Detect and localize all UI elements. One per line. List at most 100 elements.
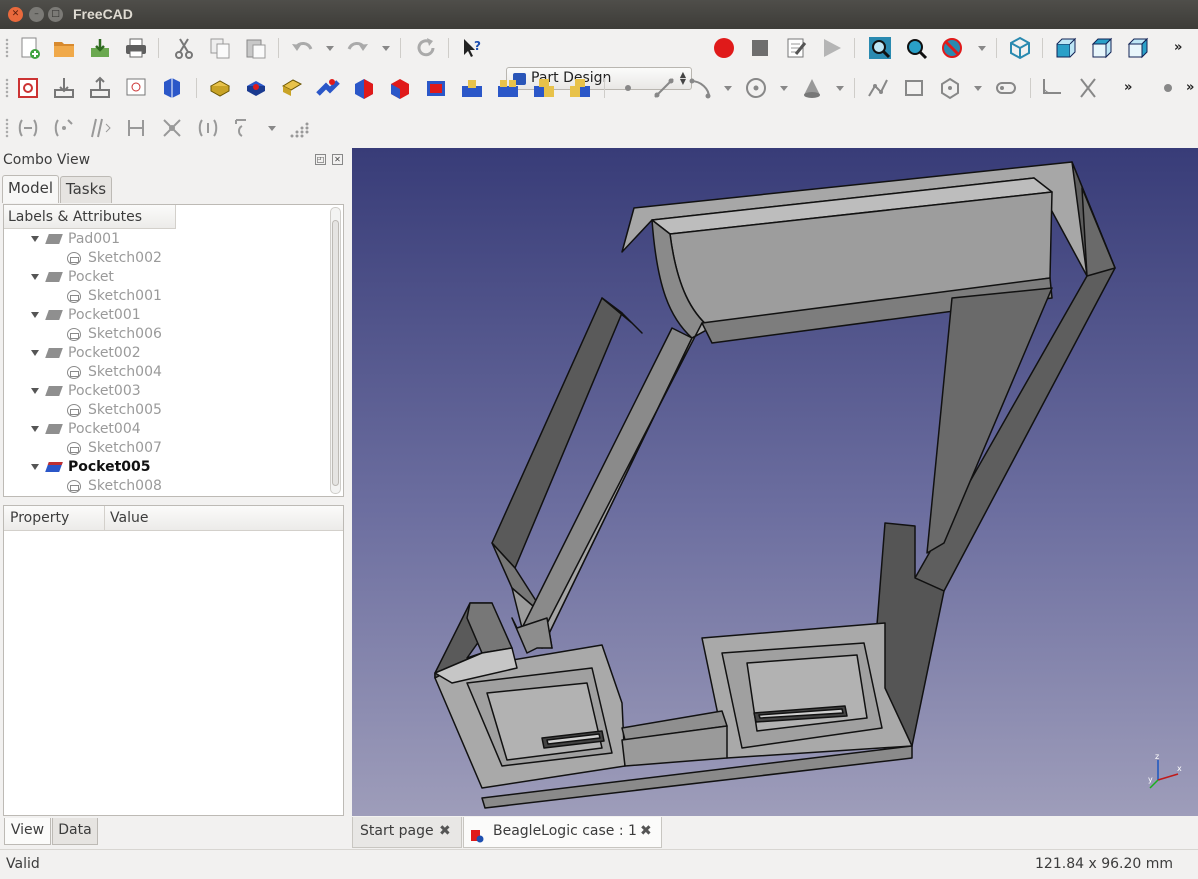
polygon-icon[interactable]	[938, 76, 962, 100]
sketch-icon	[67, 480, 81, 493]
redo-icon[interactable]	[346, 36, 370, 60]
front-view-icon[interactable]	[1054, 36, 1078, 60]
trim-icon[interactable]	[1076, 76, 1100, 100]
fit-all-icon[interactable]	[868, 36, 892, 60]
constrain-radius-dropdown-icon[interactable]	[268, 126, 276, 131]
export-icon[interactable]	[88, 76, 112, 100]
constrain-vertical-icon[interactable]	[52, 116, 76, 140]
float-panel-icon[interactable]: ◰	[315, 154, 326, 165]
model-tree[interactable]: Labels & Attributes Pad001 Sketch002 Poc…	[3, 204, 344, 497]
import-icon[interactable]	[52, 76, 76, 100]
constrain-perpendicular-icon[interactable]	[124, 116, 148, 140]
open-file-icon[interactable]	[52, 36, 76, 60]
save-icon[interactable]	[88, 36, 112, 60]
arc-icon[interactable]	[688, 76, 712, 100]
create-body-icon[interactable]	[16, 76, 40, 100]
tree-scrollbar[interactable]	[330, 207, 341, 494]
draw-style-icon[interactable]	[940, 36, 964, 60]
tree-column-header[interactable]: Labels & Attributes	[4, 205, 176, 229]
redo-dropdown-icon[interactable]	[382, 46, 390, 51]
tab-data[interactable]: Data	[52, 818, 98, 845]
cone-dropdown-icon[interactable]	[836, 86, 844, 91]
minimize-window-button[interactable]: –	[29, 7, 44, 22]
close-tab-icon[interactable]: ✖	[439, 824, 451, 838]
maximize-window-button[interactable]: □	[48, 7, 63, 22]
shape-binder-icon[interactable]	[160, 76, 184, 100]
close-window-button[interactable]: ✕	[8, 7, 23, 22]
circle-icon[interactable]	[744, 76, 768, 100]
groove-icon[interactable]	[424, 76, 448, 100]
datum-point-icon[interactable]	[616, 76, 640, 100]
constrain-radius-icon[interactable]	[232, 116, 256, 140]
pad-icon[interactable]	[208, 76, 232, 100]
toolbar2-overflow-icon[interactable]: »	[1124, 80, 1132, 95]
fillet-icon[interactable]	[1040, 76, 1064, 100]
linear-pattern-icon[interactable]	[568, 76, 592, 100]
top-view-icon[interactable]	[1090, 36, 1114, 60]
sketch-point-icon[interactable]	[1156, 76, 1180, 100]
hole-icon[interactable]	[388, 76, 412, 100]
copy-icon[interactable]	[208, 36, 232, 60]
macro-edit-icon[interactable]	[784, 36, 808, 60]
beaglelogic-case-model[interactable]	[352, 148, 1198, 816]
tab-view[interactable]: View	[4, 818, 51, 845]
polyline-icon[interactable]	[866, 76, 890, 100]
circle-dropdown-icon[interactable]	[780, 86, 788, 91]
toolbar3-overflow-icon[interactable]: »	[1186, 80, 1194, 95]
constrain-equal-icon[interactable]	[196, 116, 220, 140]
tab-beaglelogic-case[interactable]: BeagleLogic case : 1 ✖	[463, 817, 662, 848]
right-view-icon[interactable]	[1126, 36, 1150, 60]
collapse-arrow-icon[interactable]	[31, 426, 39, 432]
tree-scrollbar-thumb[interactable]	[332, 220, 339, 486]
pocket-icon[interactable]	[352, 76, 376, 100]
constrain-parallel-icon[interactable]	[88, 116, 112, 140]
close-tab-icon[interactable]: ✖	[640, 824, 652, 838]
mirrored-icon[interactable]	[532, 76, 556, 100]
whats-this-icon[interactable]: ?	[460, 36, 484, 60]
refresh-icon[interactable]	[414, 36, 438, 60]
collapse-arrow-icon[interactable]	[31, 236, 39, 242]
toolbar-overflow-icon[interactable]: »	[1174, 40, 1182, 55]
additive-loft-icon[interactable]	[280, 76, 304, 100]
subtractive-pipe-icon[interactable]	[496, 76, 520, 100]
toolbar-grip[interactable]	[5, 38, 9, 58]
subtractive-loft-icon[interactable]	[460, 76, 484, 100]
isometric-view-icon[interactable]	[1008, 36, 1032, 60]
constrain-tangent-icon[interactable]	[160, 116, 184, 140]
polygon-dropdown-icon[interactable]	[974, 86, 982, 91]
3d-viewport[interactable]: z x y	[352, 148, 1198, 816]
draw-style-dropdown-icon[interactable]	[978, 46, 986, 51]
arc-dropdown-icon[interactable]	[724, 86, 732, 91]
value-column-header[interactable]: Value	[110, 506, 148, 531]
close-panel-icon[interactable]: ✕	[332, 154, 343, 165]
new-file-icon[interactable]	[18, 36, 42, 60]
rectangle-icon[interactable]	[902, 76, 926, 100]
array-icon[interactable]	[288, 116, 312, 140]
tab-model[interactable]: Model	[2, 175, 59, 203]
macro-stop-icon[interactable]	[748, 36, 772, 60]
paste-icon[interactable]	[244, 36, 268, 60]
property-column-header[interactable]: Property	[10, 506, 69, 531]
collapse-arrow-icon[interactable]	[31, 388, 39, 394]
print-icon[interactable]	[124, 36, 148, 60]
sketch-view-icon[interactable]	[124, 76, 148, 100]
undo-dropdown-icon[interactable]	[326, 46, 334, 51]
constrain-horizontal-icon[interactable]	[16, 116, 40, 140]
macro-run-icon[interactable]	[820, 36, 844, 60]
collapse-arrow-icon[interactable]	[31, 274, 39, 280]
slot-icon[interactable]	[994, 76, 1018, 100]
tab-tasks[interactable]: Tasks	[60, 176, 112, 203]
collapse-arrow-icon[interactable]	[31, 464, 39, 470]
cone-icon[interactable]	[800, 76, 824, 100]
macro-record-icon[interactable]	[712, 36, 736, 60]
tab-start-page[interactable]: Start page ✖	[352, 817, 462, 848]
additive-pipe-icon[interactable]	[316, 76, 340, 100]
undo-icon[interactable]	[290, 36, 314, 60]
property-editor[interactable]: Property Value	[3, 505, 344, 816]
revolution-icon[interactable]	[244, 76, 268, 100]
collapse-arrow-icon[interactable]	[31, 350, 39, 356]
collapse-arrow-icon[interactable]	[31, 312, 39, 318]
cut-icon[interactable]	[172, 36, 196, 60]
fit-selection-icon[interactable]	[904, 36, 928, 60]
datum-line-icon[interactable]	[652, 76, 676, 100]
